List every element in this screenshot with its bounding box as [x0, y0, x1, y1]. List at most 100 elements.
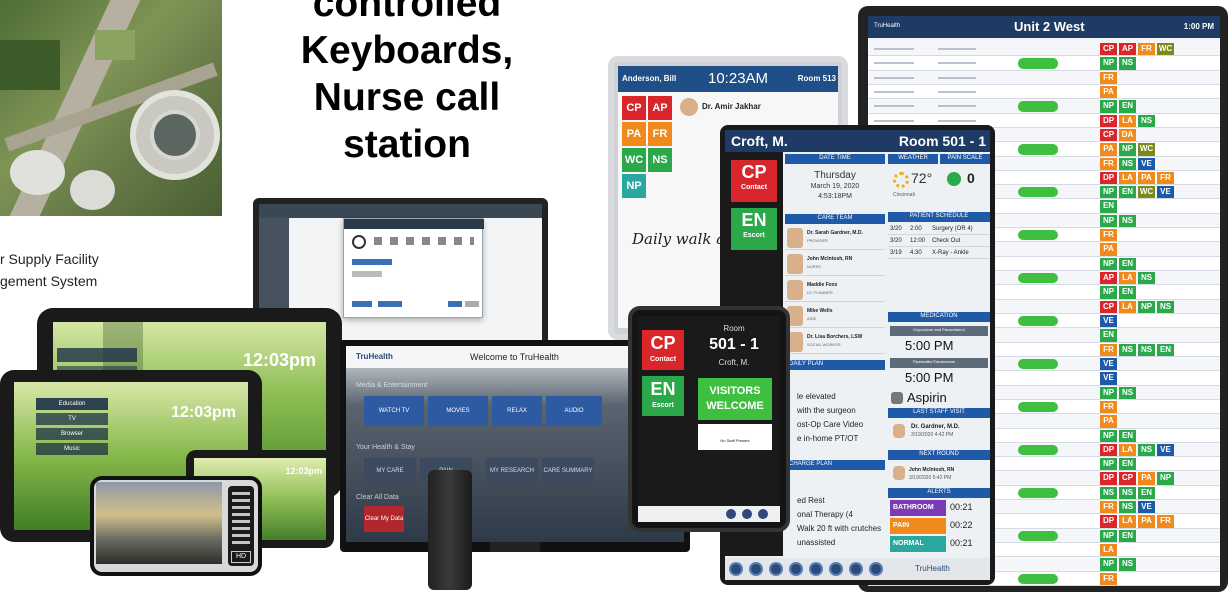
code-badge: DP: [1100, 472, 1117, 485]
avatar: [787, 228, 803, 248]
team-member[interactable]: Maddie Foxx DC PLANNER: [785, 278, 885, 302]
code-sub: Contact: [649, 356, 677, 363]
code-badge: DP: [1100, 515, 1117, 528]
team-member[interactable]: Mike Wells AIDE: [785, 304, 885, 328]
nav-circle-icon[interactable]: [849, 562, 863, 576]
code-badge: NP: [1100, 458, 1117, 471]
schedule-date: 3/20: [890, 238, 902, 244]
section-title: PATIENT SCHEDULE: [909, 213, 969, 219]
nav-circle-icon[interactable]: [809, 562, 823, 576]
unit-cell: [938, 105, 976, 108]
unit-cell: [938, 48, 976, 51]
unit-row[interactable]: CP AP FR WC: [868, 42, 1220, 57]
plan-item: with the surgeon: [797, 406, 856, 415]
plan-item: ost-Op Care Video: [797, 420, 864, 429]
daily-plan-list: le elevated with the surgeon ost-Op Care V…: [785, 392, 885, 462]
med-name: Oxycodone and Paracetamol: [913, 327, 965, 332]
wb-room: Room 513: [797, 74, 836, 83]
menu-item[interactable]: Music: [36, 443, 108, 455]
member-role: PROVIDER: [807, 238, 828, 243]
tv-tile[interactable]: WATCH TV: [364, 396, 424, 426]
code-badge: VE: [1157, 443, 1174, 457]
code-badge: NS: [1119, 343, 1136, 356]
caption-line: r Supply Facility: [0, 251, 99, 267]
code-badge: NS: [1138, 443, 1155, 457]
alert-timer: 00:21: [950, 502, 973, 512]
unit-cell: [938, 119, 976, 122]
code-badge: LA: [1119, 171, 1136, 185]
unit-title: Unit 2 West: [1014, 19, 1085, 34]
nav-circle-icon[interactable]: [789, 562, 803, 576]
col-header: PAIN SCALE: [947, 155, 983, 161]
alert-row[interactable]: PAIN 00:22: [890, 518, 988, 534]
status-pill: [1018, 487, 1058, 499]
nav-button[interactable]: [726, 509, 736, 519]
visitors-banner: VISITORS WELCOME: [698, 378, 772, 420]
schedule-event: Check Out: [932, 238, 961, 244]
tv-tile[interactable]: MY CARE: [364, 458, 416, 484]
code-badge: NS: [1119, 558, 1136, 571]
alert-row[interactable]: NORMAL 00:21: [890, 536, 988, 552]
city: Cincinnati: [893, 192, 915, 198]
unit-cell: [874, 119, 914, 122]
code-badge: LA: [1119, 443, 1136, 457]
nav-circle-icon[interactable]: [829, 562, 843, 576]
unit-cell: [874, 91, 914, 94]
alert-timer: 00:22: [950, 520, 973, 530]
avatar: [680, 98, 698, 116]
tv-tile[interactable]: AUDIO: [546, 396, 602, 426]
schedule-event: Surgery (OR 4): [932, 226, 973, 232]
nav-button[interactable]: [758, 509, 768, 519]
headline-line: Keyboards,: [300, 29, 514, 72]
member-role: SOCIAL WORKER: [807, 342, 841, 347]
unit-row[interactable]: NP EN: [868, 99, 1220, 114]
code-badge: PA: [1138, 515, 1155, 528]
schedule-time: 12:00: [910, 238, 926, 244]
aerial-photo: [0, 0, 222, 216]
code-badge: NS: [1119, 214, 1136, 228]
unit-row[interactable]: NP NS: [868, 56, 1220, 71]
hd-tag: HD: [231, 551, 251, 563]
code-badge: VE: [1100, 315, 1117, 328]
team-member[interactable]: John McIntosh, RN NURSE: [785, 252, 885, 276]
code-badge: WC: [1138, 186, 1155, 199]
nav-circle-icon[interactable]: [729, 562, 743, 576]
nav-button[interactable]: [742, 509, 752, 519]
menu-item[interactable]: Browser: [36, 428, 108, 440]
alert-label: BATHROOM: [890, 500, 946, 516]
team-member[interactable]: Dr. Sarah Gardner, M.D. PROVIDER: [785, 226, 885, 250]
nav-circle-icon[interactable]: [769, 562, 783, 576]
menu-item[interactable]: Education: [36, 398, 108, 410]
unit-row[interactable]: PA: [868, 84, 1220, 100]
team-member[interactable]: Dr. Lisa Borchers, LSW SOCIAL WORKER: [785, 330, 885, 354]
tv-tile[interactable]: MOVIES: [428, 396, 488, 426]
tv-tile[interactable]: MY RESEARCH: [486, 458, 538, 484]
code-badge: PA: [1100, 85, 1117, 99]
tv-tile[interactable]: CARE SUMMARY: [542, 458, 594, 484]
code-badge: FR: [1138, 43, 1155, 56]
code-badge: NP: [1100, 529, 1117, 543]
menu-item[interactable]: TV: [36, 413, 108, 425]
code-badge: EN: [1119, 458, 1136, 471]
code-badge: NS: [1119, 486, 1136, 500]
code-label: CP: [741, 162, 767, 182]
nav-circle-icon[interactable]: [749, 562, 763, 576]
code-badge: EN: [1119, 429, 1136, 442]
section-title: MEDICATION: [920, 313, 958, 319]
alert-row[interactable]: BATHROOM 00:21: [890, 500, 988, 516]
clear-data-button[interactable]: Clear My Data: [364, 506, 404, 532]
tv-tile[interactable]: RELAX: [492, 396, 542, 426]
schedule-event: X-Ray - Ankle: [932, 250, 969, 256]
unit-row[interactable]: FR: [868, 70, 1220, 85]
member-name: Dr. Sarah Gardner, M.D.: [807, 230, 863, 236]
status-pill: [1018, 444, 1058, 456]
set-top-box: [428, 470, 472, 590]
caption-line: gement System: [0, 273, 98, 289]
code-tile-escort: EN Escort: [642, 376, 684, 416]
code-badge: LA: [1100, 544, 1117, 557]
pcb-room: Room 501 - 1: [898, 133, 986, 149]
nav-circle-icon[interactable]: [869, 562, 883, 576]
code-badge: LA: [1119, 114, 1136, 127]
pain-face-icon: [947, 172, 961, 186]
code-badge: FR: [1100, 400, 1117, 414]
